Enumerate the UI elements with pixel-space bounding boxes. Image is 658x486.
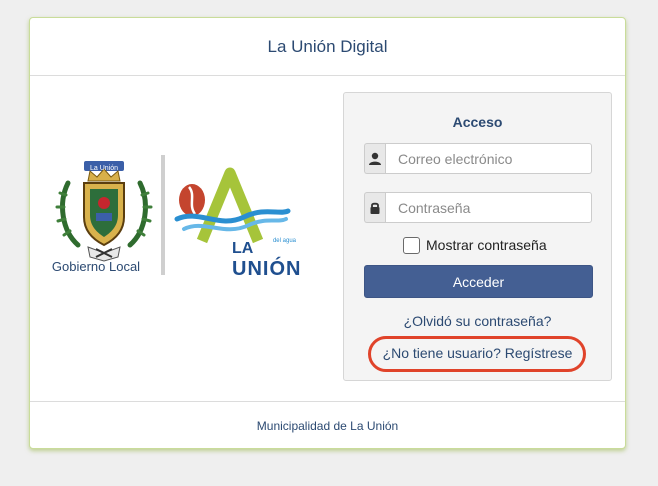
show-password-label[interactable]: Mostrar contraseña xyxy=(426,237,547,253)
password-input-group xyxy=(364,192,592,223)
lock-icon xyxy=(370,202,380,214)
brand-union-text: UNIÓN xyxy=(232,256,301,278)
user-icon xyxy=(369,152,381,165)
emblem-banner-text: La Unión xyxy=(90,165,118,172)
email-input-group xyxy=(364,143,592,174)
logos-area: La Unión Gobierno Local del agua LA UNIÓ… xyxy=(44,153,314,280)
password-input[interactable] xyxy=(385,192,592,223)
login-panel: Acceso Mostrar contraseña A xyxy=(343,92,612,381)
register-link[interactable]: ¿No tiene usuario? Regístrese xyxy=(344,345,611,361)
email-input[interactable] xyxy=(385,143,592,174)
card-footer: Municipalidad de La Unión xyxy=(30,401,625,450)
show-password-row: Mostrar contraseña xyxy=(403,235,547,255)
page-title: La Unión Digital xyxy=(267,36,388,56)
card-header: La Unión Digital xyxy=(30,18,625,76)
forgot-password-link[interactable]: ¿Olvidó su contraseña? xyxy=(344,313,611,329)
la-union-brand-icon xyxy=(174,167,291,244)
brand-la-text: LA xyxy=(232,240,254,257)
footer-text: Municipalidad de La Unión xyxy=(256,419,399,433)
brand-tagline: del agua xyxy=(273,238,297,244)
gobierno-local-label: Gobierno Local xyxy=(52,259,140,274)
login-submit-button[interactable]: Acceder xyxy=(364,265,593,298)
login-title: Acceso xyxy=(452,114,503,130)
coat-of-arms-icon xyxy=(55,161,153,262)
show-password-checkbox[interactable] xyxy=(403,236,420,254)
municipal-logos: La Unión Gobierno Local del agua LA UNIÓ… xyxy=(52,155,301,280)
login-card: La Unión Digital La Unión Gobierno Local… xyxy=(29,17,626,449)
logo-divider xyxy=(161,155,165,275)
password-addon xyxy=(364,192,385,223)
email-addon xyxy=(364,143,385,174)
